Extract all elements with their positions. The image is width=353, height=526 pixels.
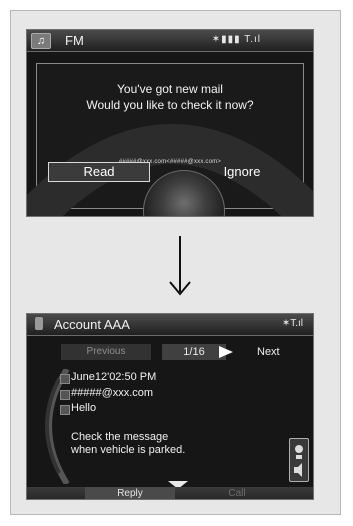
reply-button[interactable]: Reply	[85, 487, 175, 499]
next-button[interactable]: Next	[257, 344, 280, 360]
dialog-message-line1: You've got new mail	[117, 82, 223, 96]
arrow-down-icon	[169, 236, 191, 296]
music-icon[interactable]: ♫	[31, 33, 51, 49]
status-indicators: ✶▮▮▮ T.ıl	[211, 34, 261, 45]
parked-notice-line1: Check the message	[71, 431, 169, 443]
dialog-message-line2: Would you like to check it now?	[86, 98, 254, 112]
mail-detail-screen: Account AAA ✶T.ıl Previous 1/16 Next Jun…	[26, 313, 314, 500]
speaker-icon[interactable]	[289, 438, 309, 482]
speaker-icon	[294, 445, 303, 477]
previous-button[interactable]: Previous	[61, 344, 151, 360]
subject-icon	[60, 405, 70, 415]
top-bar: Account AAA ✶T.ıl	[27, 314, 313, 336]
message-subject: Hello	[71, 402, 97, 414]
top-bar: ♫ FM ✶▮▮▮ T.ıl	[27, 30, 313, 52]
parked-notice-line2: when vehicle is parked.	[71, 444, 186, 456]
scroll-arc-decoration	[45, 369, 70, 484]
status-indicators: ✶T.ıl	[281, 318, 303, 329]
message-from: #####@xxx.com	[71, 387, 154, 399]
read-button[interactable]: Read	[48, 162, 150, 182]
sender-icon	[60, 390, 70, 400]
source-title: FM	[65, 33, 84, 48]
message-datetime: June12'02:50 PM	[71, 371, 157, 383]
new-mail-screen: ♫ FM ✶▮▮▮ T.ıl You've got new mail Would…	[26, 29, 314, 217]
next-arrow-icon[interactable]	[219, 346, 233, 358]
date-icon	[60, 374, 70, 384]
ignore-button[interactable]: Ignore	[187, 162, 297, 182]
message-nav: Previous 1/16 Next	[49, 344, 311, 360]
call-button[interactable]: Call	[207, 487, 267, 499]
bottom-bar: Reply Call	[27, 487, 313, 499]
phone-icon	[35, 317, 43, 330]
account-title: Account AAA	[54, 317, 130, 332]
page-indicator: 1/16	[162, 344, 226, 360]
